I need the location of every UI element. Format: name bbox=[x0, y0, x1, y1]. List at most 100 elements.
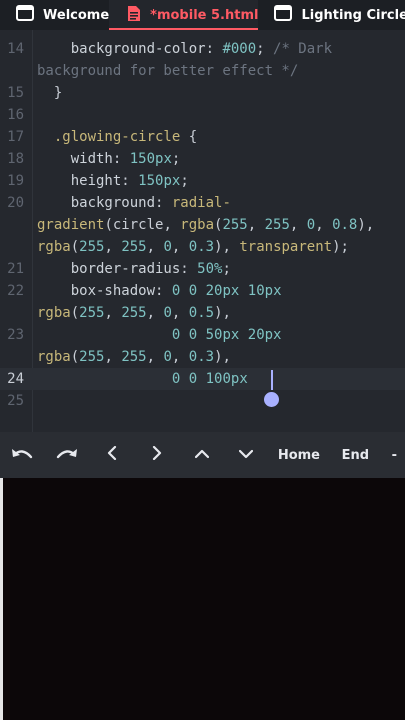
code-text: box-shadow: 0 0 20px 10px bbox=[37, 280, 282, 302]
code-token: } bbox=[37, 85, 63, 101]
line-number: 22 bbox=[7, 283, 24, 299]
code-line[interactable]: 17 .glowing-circle { bbox=[0, 126, 405, 148]
code-token: , bbox=[104, 349, 122, 365]
code-line[interactable]: 24 0 0 100px bbox=[0, 368, 405, 390]
undo-button[interactable] bbox=[0, 432, 45, 478]
code-token: , bbox=[146, 349, 164, 365]
home-button[interactable]: Home bbox=[271, 432, 327, 478]
code-token: box-shadow bbox=[70, 283, 156, 299]
tab-bar: Welcome *mobile 5.html Lighting Circle bbox=[0, 0, 405, 30]
code-token: , bbox=[104, 305, 122, 321]
code-text: border-radius: 50%; bbox=[37, 258, 231, 280]
redo-button[interactable] bbox=[45, 432, 90, 478]
code-editor[interactable]: 14 background-color: #000; /* Dark backgr… bbox=[0, 30, 405, 432]
code-line[interactable]: 18 width: 150px; bbox=[0, 148, 405, 170]
code-line[interactable]: 25 bbox=[0, 390, 405, 412]
code-token: , bbox=[289, 217, 307, 233]
code-token: background bbox=[70, 195, 156, 211]
code-line[interactable]: rgba(255, 255, 0, 0.5), bbox=[0, 302, 405, 324]
code-token: 100px bbox=[205, 371, 248, 387]
cursor-down-button[interactable] bbox=[224, 432, 269, 478]
chevron-left-icon bbox=[107, 445, 117, 464]
code-line[interactable]: 23 0 0 50px 20px bbox=[0, 324, 405, 346]
tab-welcome[interactable]: Welcome bbox=[0, 0, 109, 30]
code-token: ; bbox=[180, 173, 189, 189]
code-token: ; bbox=[171, 151, 181, 167]
code-token: 255 bbox=[79, 239, 105, 255]
code-token: ; bbox=[256, 41, 274, 57]
chevron-right-icon bbox=[152, 445, 162, 464]
code-line[interactable]: rgba(255, 255, 0, 0.3), bbox=[0, 346, 405, 368]
redo-icon bbox=[56, 446, 78, 464]
code-token: 255 bbox=[264, 217, 290, 233]
code-text: rgba(255, 255, 0, 0.5), bbox=[37, 302, 231, 324]
line-number: 16 bbox=[7, 107, 24, 123]
undo-icon bbox=[11, 446, 33, 464]
line-number: 25 bbox=[7, 393, 24, 409]
code-line[interactable]: 19 height: 150px; bbox=[0, 170, 405, 192]
code-token: background-color bbox=[70, 41, 206, 57]
code-token: ( bbox=[70, 349, 80, 365]
cursor-up-button[interactable] bbox=[179, 432, 224, 478]
code-token: 0 bbox=[188, 283, 198, 299]
code-text: } bbox=[37, 82, 62, 104]
code-token: : bbox=[205, 41, 223, 57]
code-line[interactable]: 21 border-radius: 50%; bbox=[0, 258, 405, 280]
cursor-right-button[interactable] bbox=[134, 432, 179, 478]
code-token: transparent bbox=[239, 239, 333, 255]
code-token: ), bbox=[214, 239, 240, 255]
window-icon bbox=[16, 5, 34, 25]
line-number: 19 bbox=[7, 173, 24, 189]
code-line[interactable]: 20 background: radial- bbox=[0, 192, 405, 214]
code-token: 255 bbox=[121, 349, 147, 365]
code-line[interactable]: gradient(circle, rgba(255, 255, 0, 0.8), bbox=[0, 214, 405, 236]
end-button[interactable]: End bbox=[327, 432, 383, 478]
code-token: 0.3 bbox=[188, 239, 215, 255]
code-token: , bbox=[171, 305, 189, 321]
cursor-left-button[interactable] bbox=[90, 432, 135, 478]
code-token: (circle, bbox=[104, 217, 181, 233]
code-token: 0.5 bbox=[188, 305, 215, 321]
line-number: 24 bbox=[7, 371, 24, 387]
tab-lighting-circle[interactable]: Lighting Circle bbox=[258, 0, 405, 30]
code-token: 0.3 bbox=[188, 349, 215, 365]
code-text: gradient(circle, rgba(255, 255, 0, 0.8), bbox=[37, 214, 374, 236]
tab-mobile-5-html[interactable]: *mobile 5.html bbox=[109, 0, 259, 30]
code-text: 0 0 50px 20px bbox=[37, 324, 282, 346]
code-token: height bbox=[70, 173, 122, 189]
tab-label: Welcome bbox=[43, 7, 110, 23]
code-token: radial- bbox=[171, 195, 231, 211]
code-text: height: 150px; bbox=[37, 170, 189, 192]
code-line[interactable]: background for better effect */ bbox=[0, 60, 405, 82]
code-token: 0 bbox=[188, 371, 198, 387]
cursor-drag-handle[interactable] bbox=[264, 392, 279, 407]
line-number: 15 bbox=[7, 85, 24, 101]
code-token: 255 bbox=[79, 349, 105, 365]
chevron-down-icon bbox=[239, 448, 254, 463]
code-text: background for better effect */ bbox=[37, 60, 298, 82]
code-token: ); bbox=[332, 239, 349, 255]
code-token: ( bbox=[70, 305, 80, 321]
code-line[interactable]: 15 } bbox=[0, 82, 405, 104]
code-text: rgba(255, 255, 0, 0.3), bbox=[37, 346, 231, 368]
code-token: rgba bbox=[180, 217, 215, 233]
code-line[interactable]: 16 bbox=[0, 104, 405, 126]
dash-key-button[interactable]: - bbox=[384, 432, 405, 478]
code-token: border-radius bbox=[70, 261, 181, 277]
preview-area bbox=[0, 478, 405, 720]
code-line[interactable]: 14 background-color: #000; /* Dark bbox=[0, 38, 405, 60]
code-token: 0 bbox=[188, 327, 198, 343]
code-line[interactable]: 22 box-shadow: 0 0 20px 10px bbox=[0, 280, 405, 302]
chevron-up-icon bbox=[194, 448, 209, 463]
code-token: : bbox=[112, 151, 130, 167]
code-line[interactable]: rgba(255, 255, 0, 0.3), transparent); bbox=[0, 236, 405, 258]
